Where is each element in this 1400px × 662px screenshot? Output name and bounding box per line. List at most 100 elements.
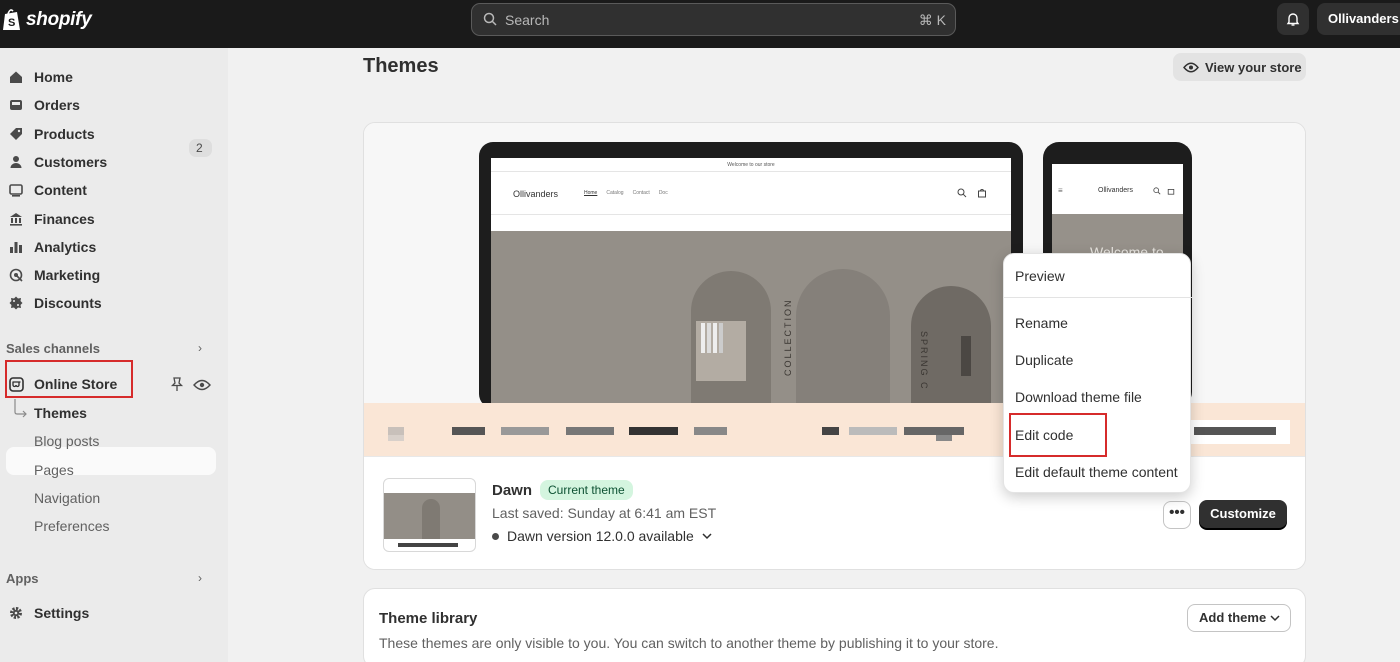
nav-preferences[interactable]: Preferences xyxy=(34,518,109,534)
theme-name: Dawn xyxy=(492,482,533,499)
logo-wordmark: shopify xyxy=(26,9,92,30)
sales-channels-heading[interactable]: Sales channels xyxy=(6,341,100,356)
menu-item-download-theme-file[interactable]: Download theme file xyxy=(1015,389,1142,405)
add-theme-button[interactable]: Add theme xyxy=(1187,604,1291,632)
top-bar: S shopify Search ⌘ K Ollivanders xyxy=(0,0,1400,48)
nav-themes-label: Themes xyxy=(34,405,87,421)
bell-icon xyxy=(1286,13,1300,26)
chevron-right-icon[interactable]: › xyxy=(198,571,202,585)
menu-item-rename[interactable]: Rename xyxy=(1015,315,1068,331)
more-actions-button[interactable]: ••• xyxy=(1163,501,1191,529)
nav-label: Home xyxy=(34,69,73,85)
svg-text:S: S xyxy=(8,17,15,29)
nav-label: Discounts xyxy=(34,295,102,311)
nav-finances[interactable]: Finances xyxy=(0,205,222,233)
page-title: Themes xyxy=(363,55,439,77)
store-menu-button[interactable]: Ollivanders xyxy=(1317,3,1400,35)
status-dot xyxy=(492,532,499,540)
eye-icon xyxy=(1183,62,1199,72)
search-icon xyxy=(957,188,967,198)
menu-item-preview[interactable]: Preview xyxy=(1015,268,1065,284)
nav-analytics[interactable]: Analytics xyxy=(0,233,222,261)
nav-label: Marketing xyxy=(34,267,101,283)
search-icon xyxy=(1153,187,1161,195)
home-icon xyxy=(8,69,24,85)
menu-item-duplicate[interactable]: Duplicate xyxy=(1015,352,1073,368)
store-nav-link: Doc xyxy=(658,190,668,196)
divider xyxy=(491,214,1011,215)
version-available[interactable]: Dawn version 12.0.0 available xyxy=(492,528,712,544)
hero-image: COLLECTION SPRING C xyxy=(491,231,1011,408)
nav-label: Settings xyxy=(34,605,90,621)
gear-icon xyxy=(8,605,24,621)
theme-library-title: Theme library xyxy=(379,610,478,627)
nav-products[interactable]: Products xyxy=(0,120,222,148)
divider xyxy=(491,171,1011,172)
view-store-button[interactable]: View your store xyxy=(1173,53,1306,81)
hero-vertical-text: COLLECTION xyxy=(783,298,793,376)
store-nav-link: Contact xyxy=(632,190,650,196)
menu-item-edit-default-theme-content[interactable]: Edit default theme content xyxy=(1015,464,1178,480)
bar-chart-icon xyxy=(8,239,24,255)
nav-label: Analytics xyxy=(34,239,97,255)
tag-icon xyxy=(8,126,24,142)
store-nav-link: Home xyxy=(584,190,598,196)
nav-content[interactable]: Content xyxy=(0,176,222,204)
nav-home[interactable]: Home xyxy=(0,63,222,91)
store-nav: Home Catalog Contact Doc xyxy=(584,190,668,196)
theme-library-card: Theme library These themes are only visi… xyxy=(363,588,1306,662)
highlight-box-edit-code xyxy=(1009,413,1107,457)
chevron-down-icon xyxy=(702,532,712,539)
cart-icon xyxy=(1167,189,1175,195)
nav-orders[interactable]: Orders 2 xyxy=(0,91,222,157)
cart-icon xyxy=(978,189,986,198)
eye-icon[interactable] xyxy=(193,378,211,396)
orders-icon xyxy=(8,97,24,113)
store-nav-link: Catalog xyxy=(606,190,624,196)
hero-illustration: COLLECTION SPRING C xyxy=(491,231,1011,408)
laptop-preview: Welcome to our store Ollivanders Home Ca… xyxy=(479,142,1023,408)
nav-discounts[interactable]: Discounts xyxy=(0,289,222,317)
notifications-button[interactable] xyxy=(1277,3,1309,35)
customize-button[interactable]: Customize xyxy=(1199,500,1287,528)
discount-icon xyxy=(8,295,24,311)
hero-vertical-text: SPRING C xyxy=(919,331,929,391)
person-icon xyxy=(8,154,24,170)
nav-marketing[interactable]: Marketing xyxy=(0,261,222,289)
nav-label: Orders xyxy=(34,97,80,113)
shopify-bag-icon: S xyxy=(3,9,20,30)
theme-library-description: These themes are only visible to you. Yo… xyxy=(379,635,999,651)
last-saved-text: Last saved: Sunday at 6:41 am EST xyxy=(492,505,717,521)
current-theme-badge: Current theme xyxy=(540,480,633,500)
chevron-right-icon[interactable]: › xyxy=(198,341,202,355)
tree-branch-icon xyxy=(14,399,27,418)
target-icon xyxy=(8,267,24,283)
menu-icon: ≡ xyxy=(1058,186,1063,195)
nav-pages[interactable]: Pages xyxy=(34,462,74,478)
shopify-logo[interactable]: S shopify xyxy=(2,8,92,32)
nav-label: Customers xyxy=(34,154,108,170)
highlight-box-online-store xyxy=(5,360,133,398)
nav-settings[interactable]: Settings xyxy=(0,599,222,627)
nav-customers[interactable]: Customers xyxy=(0,148,222,176)
store-name: Ollivanders xyxy=(513,189,559,199)
search-input[interactable]: Search ⌘ K xyxy=(471,3,956,36)
laptop-screen: Welcome to our store Ollivanders Home Ca… xyxy=(491,158,1011,408)
theme-actions-menu: Preview Rename Duplicate Download theme … xyxy=(1003,253,1192,493)
apps-heading[interactable]: Apps xyxy=(6,571,39,586)
chevron-down-icon xyxy=(1270,615,1280,622)
nav-label: Products xyxy=(34,126,95,142)
bank-icon xyxy=(8,211,24,227)
theme-thumbnail[interactable] xyxy=(383,478,476,552)
nav-blog-posts[interactable]: Blog posts xyxy=(34,433,99,449)
search-placeholder: Search xyxy=(505,12,550,28)
announcement-bar: Welcome to our store xyxy=(727,162,775,168)
store-name: Ollivanders xyxy=(1098,187,1134,194)
view-store-label: View your store xyxy=(1205,59,1302,75)
version-text: Dawn version 12.0.0 available xyxy=(507,528,694,544)
nav-navigation[interactable]: Navigation xyxy=(34,490,100,506)
add-theme-label: Add theme xyxy=(1199,610,1267,625)
content-icon xyxy=(8,182,24,198)
sidebar: Home Orders 2 Products Customers Content… xyxy=(0,48,228,662)
pin-icon[interactable] xyxy=(170,376,184,397)
